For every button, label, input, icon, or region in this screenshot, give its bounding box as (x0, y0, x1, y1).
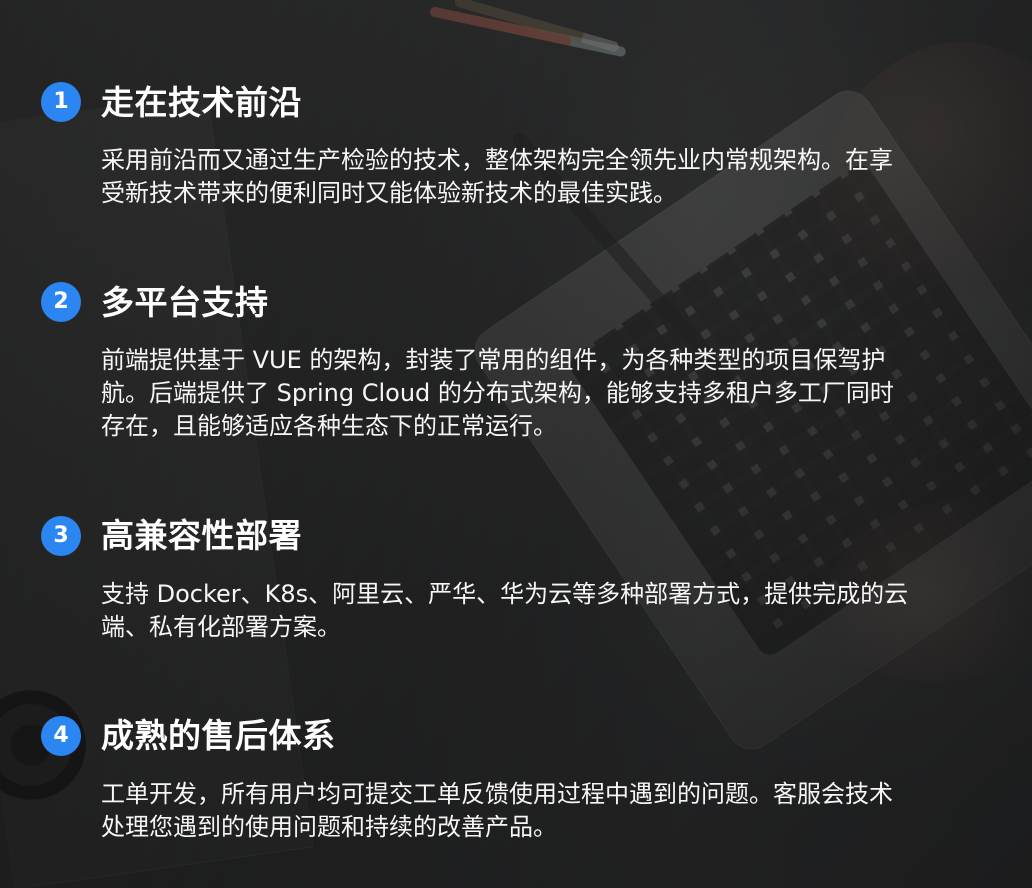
number-badge: 2 (41, 282, 81, 323)
feature-header: 4 成熟的售后体系 (41, 715, 989, 756)
feature-item: 2 多平台支持 前端提供基于 VUE 的架构，封装了常用的组件，为各种类型的项目… (41, 282, 989, 443)
feature-item: 4 成熟的售后体系 工单开发，所有用户均可提交工单反馈使用过程中遇到的问题。客服… (41, 715, 989, 844)
feature-title: 成熟的售后体系 (101, 716, 336, 756)
feature-description: 支持 Docker、K8s、阿里云、严华、华为云等多种部署方式，提供完成的云 端… (101, 579, 909, 641)
feature-title: 高兼容性部署 (101, 516, 302, 556)
number-badge: 1 (41, 82, 81, 122)
number-badge: 3 (41, 515, 81, 556)
feature-header: 1 走在技术前沿 (41, 82, 989, 122)
feature-title: 多平台支持 (101, 282, 269, 322)
feature-item: 3 高兼容性部署 支持 Docker、K8s、阿里云、严华、华为云等多种部署方式… (41, 515, 989, 644)
feature-description: 采用前沿而又通过生产检验的技术，整体架构完全领先业内常规架构。在享 受新技术带来… (101, 146, 893, 208)
number-badge: 4 (41, 715, 81, 756)
feature-list: 1 走在技术前沿 采用前沿而又通过生产检验的技术，整体架构完全领先业内常规架构。… (41, 82, 989, 868)
feature-item: 1 走在技术前沿 采用前沿而又通过生产检验的技术，整体架构完全领先业内常规架构。… (41, 82, 989, 210)
feature-header: 3 高兼容性部署 (41, 515, 989, 556)
feature-description: 工单开发，所有用户均可提交工单反馈使用过程中遇到的问题。客服会技术 处理您遇到的… (101, 779, 893, 841)
feature-description: 前端提供基于 VUE 的架构，封装了常用的组件，为各种类型的项目保驾护 航。后端… (101, 346, 894, 441)
feature-title: 走在技术前沿 (101, 82, 302, 122)
feature-header: 2 多平台支持 (41, 282, 989, 323)
